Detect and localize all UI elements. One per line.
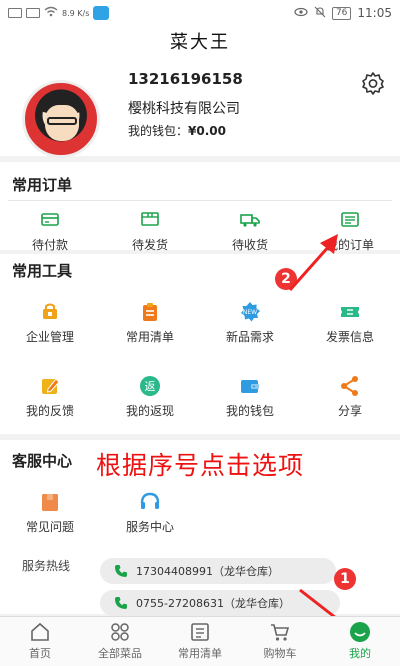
order-list-icon bbox=[338, 208, 362, 232]
tab-common-list[interactable]: 常用清单 bbox=[160, 621, 240, 661]
wallet-balance: 我的钱包：¥0.00 bbox=[128, 122, 226, 139]
tool-invoice-info[interactable]: 发票信息 bbox=[300, 300, 400, 345]
divider bbox=[8, 200, 392, 201]
list-icon bbox=[189, 621, 211, 643]
mute-bell-icon bbox=[314, 6, 326, 21]
settings-gear-icon[interactable] bbox=[360, 70, 386, 96]
headset-icon bbox=[138, 490, 162, 514]
profile-company: 樱桃科技有限公司 bbox=[128, 101, 240, 117]
svg-text:返: 返 bbox=[145, 380, 156, 393]
app-notification-icon bbox=[93, 6, 110, 20]
tool-new-product-request[interactable]: NEW 新品需求 bbox=[200, 300, 300, 345]
clipboard-icon bbox=[138, 300, 162, 324]
tool-enterprise-management[interactable]: 企业管理 bbox=[0, 300, 100, 345]
wallet-amount: ¥0.00 bbox=[188, 124, 226, 138]
tool-my-feedback[interactable]: 我的反馈 bbox=[0, 374, 100, 419]
hotline-pill-1[interactable]: 17304408991（龙华仓库） bbox=[100, 558, 336, 584]
annotation-badge-1: 1 bbox=[334, 568, 356, 590]
ticket-icon bbox=[338, 300, 362, 324]
edit-feedback-icon bbox=[38, 374, 62, 398]
page-title: 菜大王 bbox=[0, 26, 400, 60]
profile-smile-icon bbox=[349, 621, 371, 643]
order-pending-receipt[interactable]: 待收货 bbox=[200, 208, 300, 253]
service-faq[interactable]: 常见问题 bbox=[0, 490, 100, 535]
wallet-card-icon bbox=[38, 208, 62, 232]
bottom-tab-bar: 首页 全部菜品 常用清单 购物车 我的 bbox=[0, 616, 400, 666]
order-my-orders[interactable]: 我的订单 bbox=[300, 208, 400, 253]
new-badge-icon: NEW bbox=[238, 300, 262, 324]
home-icon bbox=[29, 621, 51, 643]
cashback-icon: 返 bbox=[138, 374, 162, 398]
tool-my-cashback[interactable]: 返 我的返现 bbox=[100, 374, 200, 419]
avatar[interactable] bbox=[22, 80, 100, 158]
service-center[interactable]: 服务中心 bbox=[100, 490, 200, 535]
profile-card: 13216196158 樱桃科技有限公司 我的钱包：¥0.00 bbox=[0, 60, 400, 158]
tab-cart[interactable]: 购物车 bbox=[240, 621, 320, 661]
profile-phone: 13216196158 bbox=[128, 70, 243, 88]
share-icon bbox=[338, 374, 362, 398]
clock: 11:05 bbox=[357, 6, 392, 20]
tools-section: 常用工具 企业管理 常用清单 NEW 新品需求 发票信息 我的反馈 返 我的返现 bbox=[0, 254, 400, 434]
tools-section-title: 常用工具 bbox=[12, 262, 73, 280]
sim-signal-icon bbox=[8, 8, 22, 18]
cart-icon bbox=[269, 621, 291, 643]
annotation-text: 根据序号点击选项 bbox=[96, 451, 305, 480]
tab-home[interactable]: 首页 bbox=[0, 621, 80, 661]
svg-text:NEW: NEW bbox=[243, 309, 257, 316]
network-speed: 8.9 K/s bbox=[62, 8, 90, 18]
tab-mine[interactable]: 我的 bbox=[320, 621, 400, 661]
package-icon bbox=[138, 208, 162, 232]
wallet-icon bbox=[238, 374, 262, 398]
wifi-icon bbox=[44, 6, 58, 20]
annotation-badge-2: 2 bbox=[275, 268, 297, 290]
sim2-signal-icon bbox=[26, 8, 40, 18]
hotline-pill-2[interactable]: 0755-27208631（龙华仓库） bbox=[100, 590, 340, 616]
hotline-label: 服务热线 bbox=[22, 559, 71, 573]
phone-icon bbox=[114, 596, 128, 610]
enterprise-icon bbox=[38, 300, 62, 324]
grid-categories-icon bbox=[109, 621, 131, 643]
service-section-title: 客服中心 bbox=[12, 452, 73, 470]
tool-my-wallet[interactable]: 我的钱包 bbox=[200, 374, 300, 419]
faq-box-icon bbox=[38, 490, 62, 514]
delivery-truck-icon bbox=[238, 208, 262, 232]
tab-all-dishes[interactable]: 全部菜品 bbox=[80, 621, 160, 661]
tool-share[interactable]: 分享 bbox=[300, 374, 400, 419]
battery-level: 76 bbox=[331, 6, 352, 20]
orders-section: 常用订单 待付款 待发货 待收货 我的订单 bbox=[0, 162, 400, 253]
wallet-label: 我的钱包： bbox=[128, 124, 189, 138]
phone-icon bbox=[114, 564, 128, 578]
status-bar: 8.9 K/s 76 11:05 bbox=[0, 0, 400, 26]
orders-section-title: 常用订单 bbox=[12, 176, 73, 194]
eye-icon bbox=[294, 7, 308, 20]
tool-common-list[interactable]: 常用清单 bbox=[100, 300, 200, 345]
order-pending-shipment[interactable]: 待发货 bbox=[100, 208, 200, 253]
order-pending-payment[interactable]: 待付款 bbox=[0, 208, 100, 253]
